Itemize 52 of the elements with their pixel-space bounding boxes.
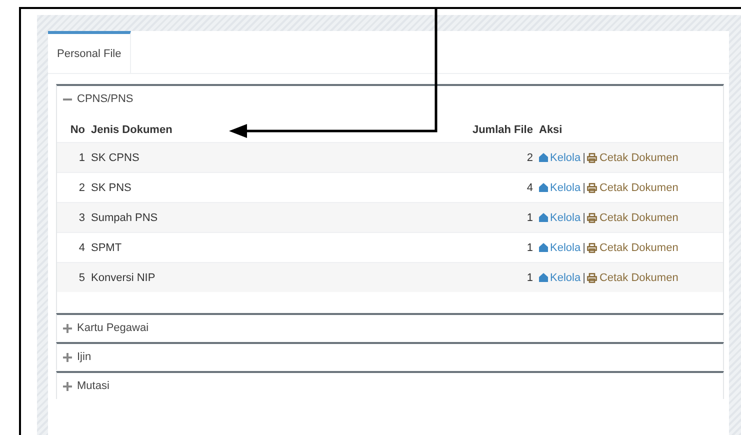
- print-link[interactable]: Cetak Dokumen: [587, 212, 678, 224]
- manage-link[interactable]: Kelola: [539, 242, 581, 254]
- plus-icon: [63, 382, 72, 390]
- row-number: 3: [78, 212, 85, 224]
- house-icon: [539, 183, 548, 192]
- accordion-title[interactable]: CPNS/PNS: [77, 93, 134, 105]
- row-number: 5: [78, 272, 85, 284]
- file-count: 4: [526, 182, 533, 194]
- house-icon: [539, 273, 548, 282]
- separator: |: [582, 152, 586, 164]
- separator: |: [582, 272, 586, 284]
- column-header: Jenis Dokumen: [91, 124, 174, 136]
- manage-link[interactable]: Kelola: [539, 152, 581, 164]
- separator: |: [582, 182, 586, 194]
- document-name: SK CPNS: [91, 152, 140, 164]
- manage-link[interactable]: Kelola: [539, 272, 581, 284]
- plus-icon: [63, 324, 72, 332]
- print-link[interactable]: Cetak Dokumen: [587, 152, 678, 164]
- print-link[interactable]: Cetak Dokumen: [587, 242, 678, 254]
- print-link[interactable]: Cetak Dokumen: [587, 272, 678, 284]
- accordion-title[interactable]: Mutasi: [77, 380, 110, 392]
- row-number: 2: [78, 182, 85, 194]
- file-count: 1: [526, 272, 533, 284]
- print-icon: [587, 272, 598, 282]
- file-count: 1: [526, 242, 533, 254]
- house-icon: [539, 153, 548, 162]
- column-header: Jumlah File: [471, 124, 533, 136]
- separator: |: [582, 212, 586, 224]
- tab[interactable]: Personal File: [48, 31, 132, 73]
- separator: |: [582, 242, 586, 254]
- print-link[interactable]: Cetak Dokumen: [587, 182, 678, 194]
- document-name: SPMT: [91, 242, 123, 254]
- file-count: 2: [526, 152, 533, 164]
- document-name: Sumpah PNS: [91, 212, 159, 224]
- print-icon: [587, 182, 598, 192]
- row-number: 1: [78, 152, 85, 164]
- column-header: Aksi: [539, 124, 564, 136]
- print-icon: [587, 212, 598, 222]
- column-header: No: [69, 124, 85, 136]
- manage-link[interactable]: Kelola: [539, 212, 581, 224]
- file-count: 1: [526, 212, 533, 224]
- accordion-title[interactable]: Kartu Pegawai: [77, 322, 149, 334]
- print-icon: [587, 152, 598, 162]
- plus-icon: [63, 352, 72, 362]
- document-name: SK PNS: [91, 182, 132, 194]
- house-icon: [539, 243, 548, 252]
- document-name: Konversi NIP: [91, 272, 156, 284]
- print-icon: [587, 242, 598, 252]
- accordion-title[interactable]: Ijin: [77, 351, 92, 363]
- house-icon: [539, 213, 548, 222]
- row-number: 4: [78, 242, 85, 254]
- manage-link[interactable]: Kelola: [539, 182, 581, 194]
